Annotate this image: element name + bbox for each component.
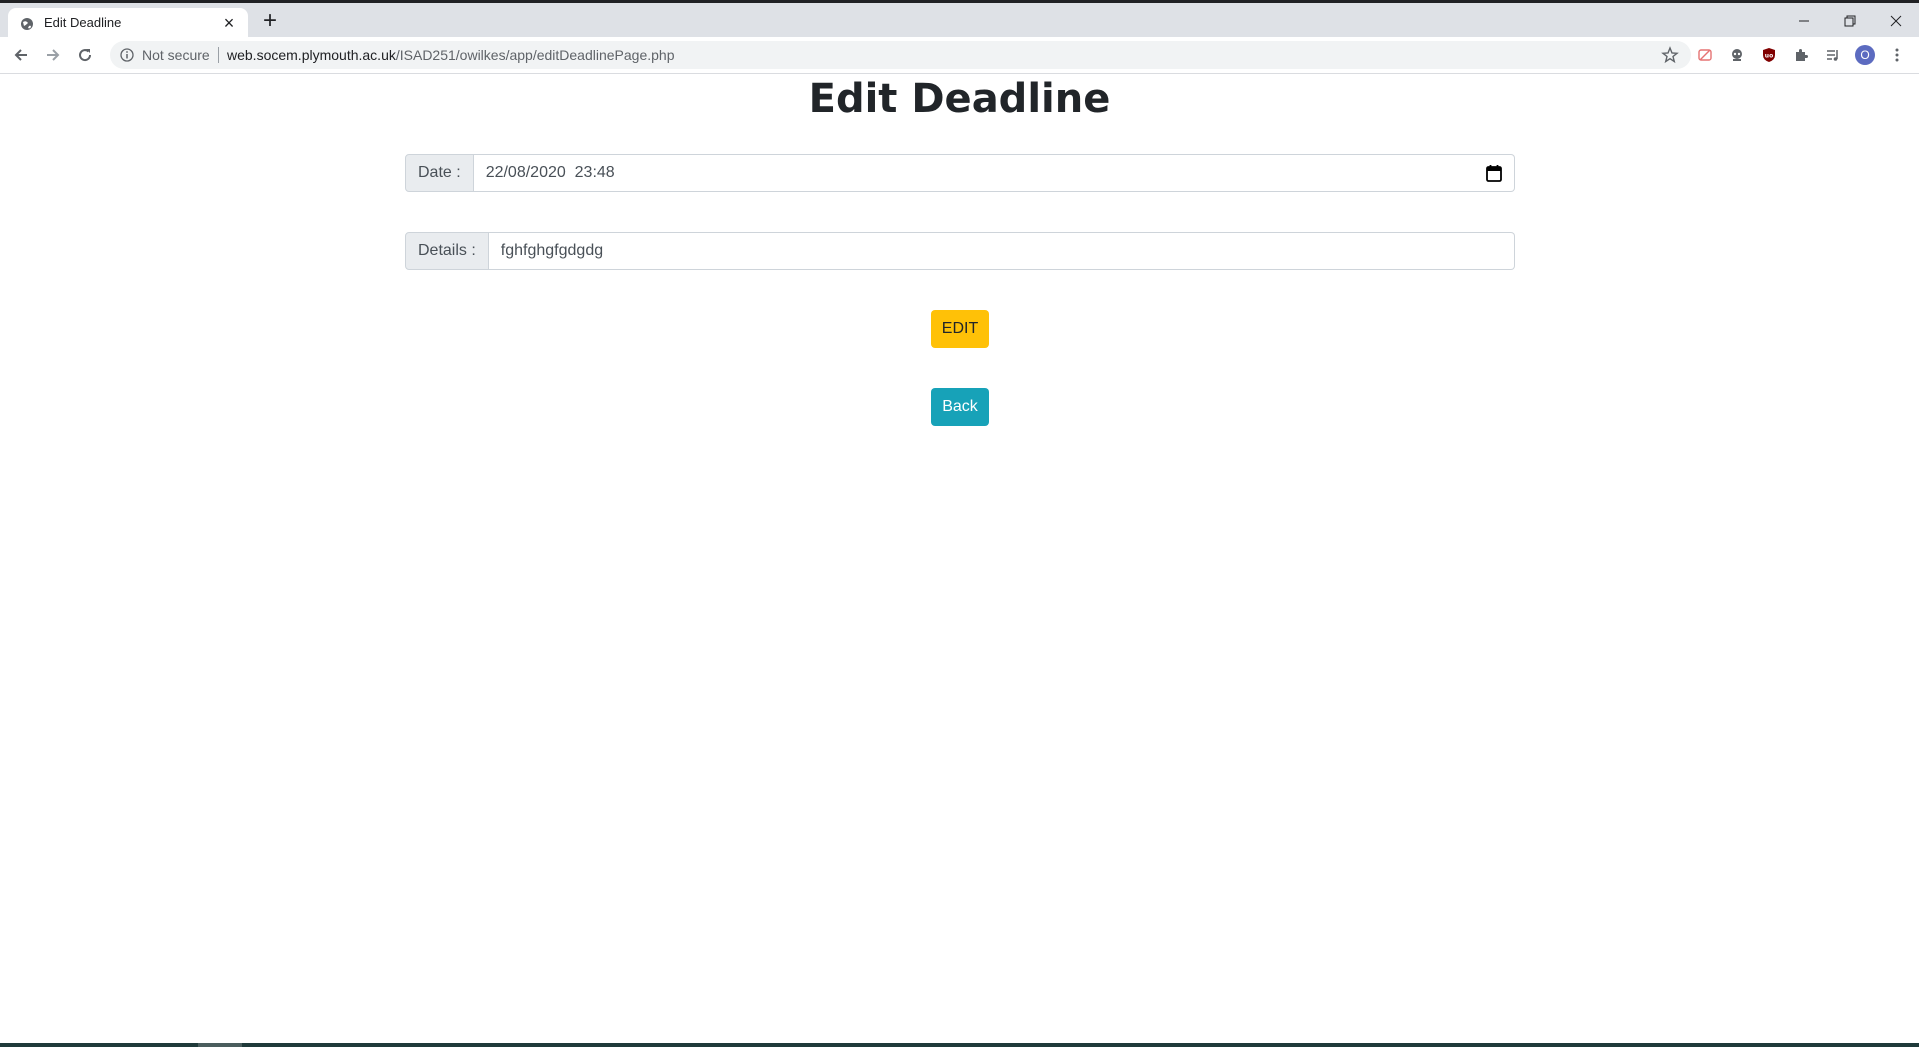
- ublock-extension-icon[interactable]: uo: [1759, 45, 1779, 65]
- extension-badge-icon: [1698, 49, 1712, 61]
- date-input-group: Date : 22/08/2020 23:48: [405, 154, 1515, 192]
- minimize-button[interactable]: [1781, 6, 1827, 36]
- details-input[interactable]: fghfghgfgdgdg: [488, 232, 1515, 270]
- back-nav-button[interactable]: [8, 43, 34, 67]
- date-label: Date :: [405, 154, 474, 192]
- globe-icon: [21, 18, 33, 30]
- media-control-button[interactable]: [1823, 45, 1843, 65]
- details-label: Details :: [405, 232, 489, 270]
- page-title: Edit Deadline: [808, 76, 1111, 122]
- url-host: web.socem.plymouth.ac.uk: [227, 47, 396, 63]
- arrow-left-icon: [14, 49, 27, 61]
- bookmark-star-icon[interactable]: [1661, 46, 1679, 64]
- close-icon: [1890, 15, 1902, 27]
- address-bar[interactable]: Not secure web.socem.plymouth.ac.uk/ISAD…: [110, 41, 1691, 69]
- back-button[interactable]: Back: [931, 388, 989, 426]
- tab-edit-deadline[interactable]: Edit Deadline ×: [8, 8, 248, 40]
- browser-toolbar: Not secure web.socem.plymouth.ac.uk/ISAD…: [0, 37, 1919, 74]
- tab-title: Edit Deadline: [44, 15, 122, 30]
- url-path: /ISAD251/owilkes/app/editDeadlinePage.ph…: [395, 47, 675, 63]
- reload-icon: [79, 49, 92, 62]
- restore-icon: [1844, 15, 1856, 27]
- address-separator: [218, 47, 219, 63]
- page-content: Edit Deadline Date : 22/08/2020 23:48 De…: [0, 74, 1919, 1044]
- new-tab-button[interactable]: +: [258, 9, 282, 33]
- tab-close-icon[interactable]: ×: [218, 12, 240, 34]
- minimize-icon: [1799, 20, 1809, 22]
- security-label[interactable]: Not secure: [142, 47, 210, 63]
- extensions-puzzle-button[interactable]: [1791, 45, 1811, 65]
- details-input-group: Details : fghfghgfgdgdg: [405, 232, 1515, 270]
- date-value: 22/08/2020 23:48: [485, 164, 615, 181]
- puzzle-icon: [1796, 49, 1808, 61]
- tab-strip: Edit Deadline × +: [0, 3, 1919, 40]
- close-window-button[interactable]: [1873, 6, 1919, 36]
- extension-red-icon[interactable]: [1695, 45, 1715, 65]
- more-vert-icon: [1895, 48, 1899, 62]
- info-icon[interactable]: [120, 48, 134, 62]
- svg-text:uo: uo: [1765, 53, 1773, 60]
- restore-button[interactable]: [1827, 6, 1873, 36]
- playlist-icon: [1827, 50, 1838, 61]
- reload-button[interactable]: [72, 43, 98, 67]
- browser-menu-button[interactable]: [1887, 45, 1907, 65]
- url-text[interactable]: web.socem.plymouth.ac.uk/ISAD251/owilkes…: [227, 47, 675, 63]
- arrow-right-icon: [47, 49, 60, 61]
- spy-icon: [1732, 49, 1742, 61]
- forward-nav-button[interactable]: [40, 43, 66, 67]
- avatar: O: [1855, 45, 1875, 65]
- extension-incognito-icon[interactable]: [1727, 45, 1747, 65]
- profile-button[interactable]: O: [1855, 45, 1875, 65]
- taskbar-edge: [0, 1043, 1919, 1047]
- shield-icon: uo: [1763, 48, 1775, 62]
- details-value: fghfghgfgdgdg: [500, 242, 604, 259]
- taskbar-highlight: [198, 1043, 242, 1047]
- calendar-icon[interactable]: [1486, 164, 1502, 182]
- edit-button[interactable]: EDIT: [931, 310, 989, 348]
- date-input[interactable]: 22/08/2020 23:48: [473, 154, 1515, 192]
